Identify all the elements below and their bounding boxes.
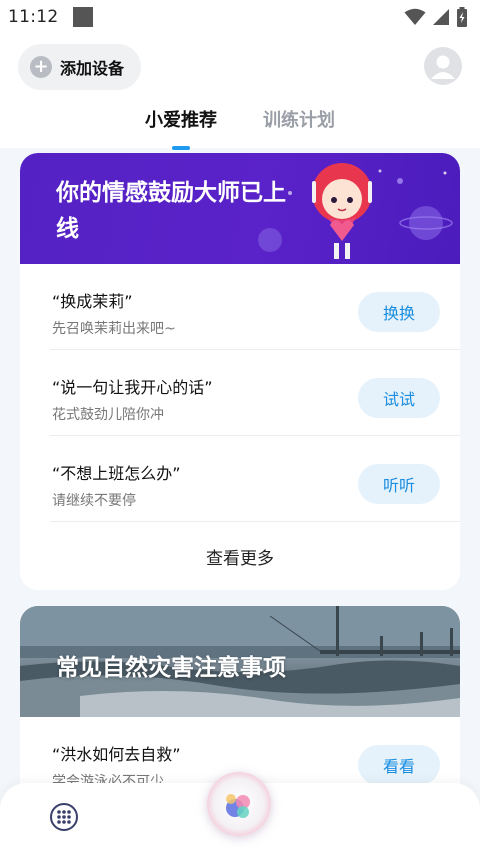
list-item-title: “洪水如何去自救” (52, 745, 181, 764)
tab-training-plan[interactable]: 训练计划 (263, 106, 335, 146)
battery-icon (457, 7, 467, 27)
list-item-subtitle: 花式鼓劲儿陪你冲 (52, 407, 164, 423)
encouragement-card: 你的情感鼓励大师已上线 “换成茉莉” 先召唤茉莉出来吧~ 换换 “说一句让我开心… (20, 153, 460, 590)
add-device-label: 添加设备 (60, 59, 125, 78)
notification-icon (72, 7, 93, 27)
list-item: “换成茉莉” 先召唤茉莉出来吧~ 换换 (50, 264, 460, 350)
list-item-subtitle: 先召唤茉莉出来吧~ (52, 321, 176, 337)
active-tab-indicator (172, 146, 190, 150)
list-item-title: “不想上班怎么办” (52, 464, 181, 483)
switch-button[interactable]: 换换 (358, 292, 440, 332)
watch-button[interactable]: 看看 (358, 745, 440, 785)
status-time: 11:12 (8, 7, 59, 27)
tab-training-plan-label: 训练计划 (263, 110, 335, 131)
header: + 添加设备 小爱推荐 训练计划 (0, 34, 480, 150)
disaster-tips-banner-title: 常见自然灾害注意事项 (56, 655, 286, 681)
xiaoai-assistant-icon[interactable] (207, 772, 271, 836)
tab-recommend-label: 小爱推荐 (145, 110, 217, 131)
signal-icon (433, 9, 449, 25)
listen-button[interactable]: 听听 (358, 464, 440, 504)
list-item: “说一句让我开心的话” 花式鼓劲儿陪你冲 试试 (50, 350, 460, 436)
list-item-title: “说一句让我开心的话” (52, 378, 213, 397)
try-button[interactable]: 试试 (358, 378, 440, 418)
encouragement-banner[interactable]: 你的情感鼓励大师已上线 (20, 153, 460, 264)
disaster-tips-banner[interactable]: 常见自然灾害注意事项 (20, 606, 460, 717)
app-grid-icon[interactable] (50, 803, 78, 831)
wifi-icon (404, 8, 426, 25)
list-item-title: “换成茉莉” (52, 292, 133, 311)
view-more-link[interactable]: 查看更多 (20, 538, 460, 580)
user-avatar-icon[interactable] (424, 47, 462, 85)
list-item-subtitle: 请继续不要停 (52, 493, 136, 509)
plus-icon: + (30, 56, 52, 78)
list-item: “不想上班怎么办” 请继续不要停 听听 (50, 436, 460, 522)
mascot-illustration (258, 163, 453, 259)
status-bar: 11:12 (0, 0, 480, 34)
tab-recommend[interactable]: 小爱推荐 (145, 106, 217, 150)
tab-bar: 小爱推荐 训练计划 (0, 106, 480, 150)
add-device-button[interactable]: + 添加设备 (18, 44, 141, 90)
